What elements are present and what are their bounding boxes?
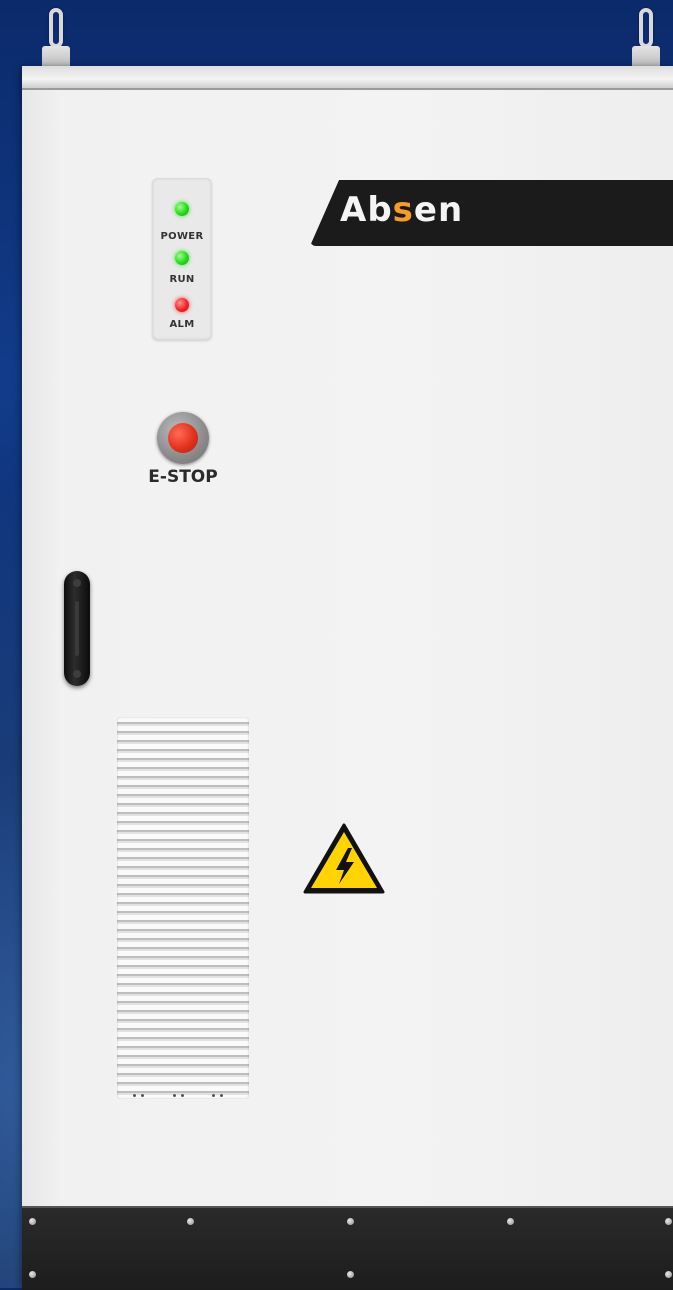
handle-screw-bottom-icon — [73, 670, 81, 678]
handle-screw-top-icon — [73, 579, 81, 587]
bolt-icon — [347, 1271, 354, 1278]
estop-button[interactable] — [168, 423, 198, 453]
estop-label: E-STOP — [148, 467, 218, 487]
lifting-eye-right-icon — [639, 8, 653, 48]
bolt-icon — [665, 1218, 672, 1225]
brand-logo: Absen — [340, 190, 464, 230]
run-led-icon — [175, 251, 189, 265]
bolt-icon — [665, 1271, 672, 1278]
bolt-icon — [507, 1218, 514, 1225]
cabinet-door — [22, 66, 673, 1288]
alarm-led-icon — [175, 298, 189, 312]
lifting-eye-base-left — [42, 46, 70, 66]
bolt-icon — [347, 1218, 354, 1225]
cabinet-base-skirt — [22, 1206, 673, 1290]
indicator-panel: POWER RUN ALM — [152, 178, 212, 340]
power-led-icon — [175, 202, 189, 216]
run-label: RUN — [169, 274, 195, 285]
high-voltage-warning-icon — [303, 823, 385, 894]
power-label: POWER — [160, 231, 204, 242]
bolt-icon — [29, 1218, 36, 1225]
ventilation-grille-icon — [117, 717, 249, 1099]
cabinet-top-cap — [22, 66, 673, 90]
lifting-eye-left-icon — [49, 8, 63, 48]
door-handle-icon[interactable] — [64, 571, 90, 686]
alarm-label: ALM — [169, 319, 195, 330]
lifting-eye-base-right — [632, 46, 660, 66]
bolt-icon — [29, 1271, 36, 1278]
handle-slot — [75, 601, 79, 656]
bolt-icon — [187, 1218, 194, 1225]
